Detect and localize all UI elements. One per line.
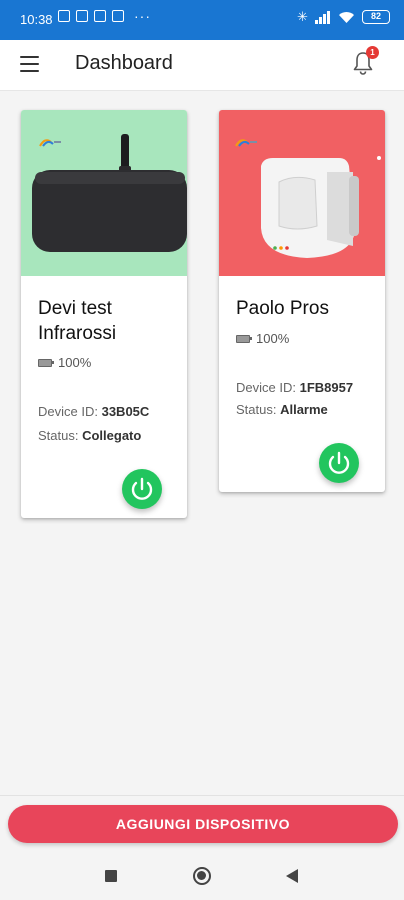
notification-badge: 1 — [366, 46, 379, 59]
wifi-icon — [339, 11, 354, 23]
system-navigation-bar — [0, 852, 404, 900]
back-button[interactable] — [286, 869, 298, 883]
device-id-value: 33B05C — [101, 404, 150, 419]
bluetooth-icon: ✳ — [297, 9, 308, 24]
power-icon — [328, 451, 350, 474]
more-notifications: ··· — [134, 8, 151, 24]
status-time: 10:38 — [20, 12, 53, 27]
system-icons: ✳ 82 — [297, 9, 390, 25]
status-value: Allarme — [280, 402, 328, 417]
home-button[interactable] — [193, 867, 211, 885]
device-card[interactable]: Devi test Infrarossi 100% Device ID: 33B… — [21, 110, 187, 518]
device-id-label: Device ID: — [236, 380, 296, 395]
mute-icon — [58, 10, 70, 22]
gateway-device-illustration — [32, 134, 187, 252]
device-name: Devi test Infrarossi — [38, 298, 117, 344]
status-row: Status: Allarme — [236, 402, 328, 417]
status-label: Status: — [38, 428, 79, 443]
device-name: Paolo Pros — [236, 298, 329, 319]
home-dot-icon — [197, 871, 206, 880]
status-value: Collegato — [82, 428, 142, 443]
notification-icons — [58, 10, 124, 22]
battery-icon — [38, 358, 54, 367]
power-icon — [131, 477, 153, 500]
motion-sensor-illustration — [261, 156, 381, 258]
app-bar: Dashboard 1 — [0, 40, 404, 91]
battery-percentage: 100% — [256, 331, 290, 346]
power-button[interactable] — [122, 469, 162, 509]
hamburger-menu-icon[interactable] — [20, 56, 39, 73]
battery-level: 100% — [236, 331, 289, 346]
signal-icon — [315, 10, 331, 24]
battery-percentage: 100% — [58, 355, 92, 370]
bottom-divider — [0, 795, 404, 796]
document-icon — [94, 10, 106, 22]
battery-level: 100% — [38, 355, 91, 370]
page-title: Dashboard — [75, 52, 173, 74]
device-card[interactable]: Paolo Pros 100% Device ID: 1FB8957 Statu… — [219, 110, 385, 492]
document-icon — [76, 10, 88, 22]
power-button[interactable] — [319, 443, 359, 483]
device-id-label: Device ID: — [38, 404, 98, 419]
status-label: Status: — [236, 402, 277, 417]
notifications-button[interactable]: 1 — [352, 46, 379, 76]
device-image — [219, 110, 385, 276]
status-bar: 10:38 ··· ✳ 82 — [0, 0, 404, 40]
linkedin-icon — [112, 10, 124, 22]
device-id-value: 1FB8957 — [299, 380, 354, 395]
device-image — [21, 110, 187, 276]
device-id-row: Device ID: 33B05C — [38, 404, 149, 419]
battery-icon — [236, 334, 252, 343]
recent-apps-button[interactable] — [105, 870, 117, 882]
battery-indicator: 82 — [362, 10, 390, 24]
add-device-button[interactable]: AGGIUNGI DISPOSITIVO — [8, 805, 398, 843]
device-id-row: Device ID: 1FB8957 — [236, 380, 353, 395]
status-row: Status: Collegato — [38, 428, 141, 443]
